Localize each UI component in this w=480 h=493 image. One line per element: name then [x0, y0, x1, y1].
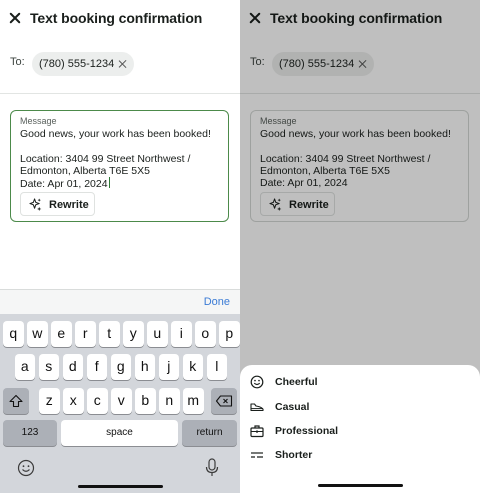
compose-screen: Text booking confirmation To: (780) 555-… [0, 0, 240, 493]
smile-icon [250, 375, 264, 389]
done-button[interactable]: Done [204, 296, 230, 308]
key-l[interactable]: l [206, 354, 227, 380]
key-a[interactable]: a [14, 354, 35, 380]
option-label: Professional [275, 425, 339, 437]
shift-key[interactable] [3, 388, 29, 414]
message-text: Good news, your work has been booked! Lo… [20, 128, 211, 191]
key-k[interactable]: k [182, 354, 203, 380]
key-s[interactable]: s [38, 354, 59, 380]
key-f[interactable]: f [86, 354, 107, 380]
message-field[interactable]: Message Good news, your work has been bo… [10, 110, 229, 222]
page-title: Text booking confirmation [30, 10, 203, 26]
home-indicator [78, 485, 163, 488]
sparkle-icon [29, 198, 42, 211]
return-key[interactable]: return [182, 420, 237, 446]
key-q[interactable]: q [3, 321, 24, 347]
key-z[interactable]: z [39, 388, 60, 414]
message-label: Message [20, 116, 57, 126]
key-e[interactable]: e [51, 321, 72, 347]
home-indicator [318, 484, 403, 487]
key-v[interactable]: v [111, 388, 132, 414]
space-key[interactable]: space [61, 420, 178, 446]
briefcase-icon [250, 425, 264, 438]
key-r[interactable]: r [75, 321, 96, 347]
recipient-row: To: (780) 555-1234 [0, 50, 240, 78]
key-t[interactable]: t [99, 321, 120, 347]
text-cursor [108, 177, 110, 189]
to-label: To: [10, 56, 25, 68]
on-screen-keyboard: qwertyuiop asdfghjkl zxcvbnm 123 space r… [0, 314, 240, 493]
emoji-icon[interactable] [17, 459, 35, 477]
key-m[interactable]: m [183, 388, 204, 414]
key-x[interactable]: x [63, 388, 84, 414]
numbers-key[interactable]: 123 [3, 420, 57, 446]
recipient-chip[interactable]: (780) 555-1234 [32, 52, 134, 76]
key-h[interactable]: h [134, 354, 155, 380]
rewrite-button[interactable]: Rewrite [20, 192, 95, 216]
key-u[interactable]: u [147, 321, 168, 347]
sneaker-icon [250, 403, 264, 412]
close-icon[interactable] [9, 12, 21, 24]
header: Text booking confirmation [0, 0, 240, 38]
rewrite-options-sheet: Cheerful Casual Professional Shorter [240, 365, 480, 493]
key-n[interactable]: n [159, 388, 180, 414]
key-d[interactable]: d [62, 354, 83, 380]
key-o[interactable]: o [195, 321, 216, 347]
key-j[interactable]: j [158, 354, 179, 380]
backspace-key[interactable] [211, 388, 237, 414]
option-cheerful[interactable]: Cheerful [240, 370, 480, 394]
key-w[interactable]: w [27, 321, 48, 347]
rewrite-label: Rewrite [49, 199, 89, 211]
option-professional[interactable]: Professional [240, 419, 480, 443]
key-c[interactable]: c [87, 388, 108, 414]
divider [0, 93, 240, 94]
shorter-icon [251, 452, 263, 458]
key-b[interactable]: b [135, 388, 156, 414]
key-y[interactable]: y [123, 321, 144, 347]
keyboard-toolbar: Done [0, 289, 240, 314]
option-label: Shorter [275, 449, 313, 461]
key-g[interactable]: g [110, 354, 131, 380]
remove-recipient-icon[interactable] [119, 60, 127, 68]
key-i[interactable]: i [171, 321, 192, 347]
microphone-icon[interactable] [205, 458, 219, 477]
option-shorter[interactable]: Shorter [240, 443, 480, 467]
rewrite-options-screen: Text booking confirmation To: (780) 555-… [240, 0, 480, 493]
recipient-phone: (780) 555-1234 [39, 58, 115, 70]
option-label: Cheerful [275, 376, 318, 388]
key-p[interactable]: p [219, 321, 240, 347]
shift-icon [9, 394, 23, 408]
backspace-icon [215, 395, 233, 407]
option-casual[interactable]: Casual [240, 395, 480, 419]
option-label: Casual [275, 401, 310, 413]
